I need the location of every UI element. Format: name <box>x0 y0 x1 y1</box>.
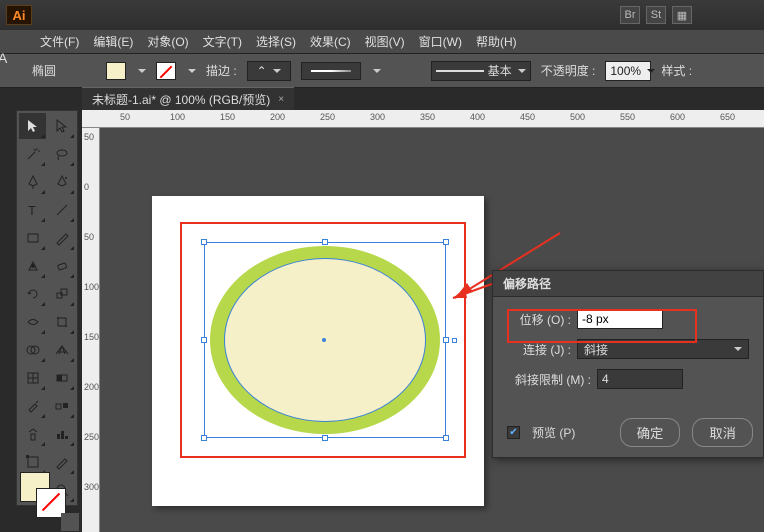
opacity-label: 不透明度 : <box>541 62 596 79</box>
tab-title: 未标题-1.ai* @ 100% (RGB/预览) <box>92 91 270 108</box>
menu-object[interactable]: 对象(O) <box>147 33 188 50</box>
lasso-tool[interactable] <box>48 141 75 167</box>
eyedropper-tool[interactable] <box>19 393 46 419</box>
join-label: 连接 (J) : <box>507 341 571 358</box>
dialog-title: 偏移路径 <box>493 271 763 297</box>
brush-basic[interactable]: 基本 <box>431 61 531 81</box>
menu-type[interactable]: 文字(T) <box>203 33 242 50</box>
menu-help[interactable]: 帮助(H) <box>476 33 517 50</box>
stock-button[interactable]: St <box>646 6 666 24</box>
document-tabbar: 未标题-1.ai* @ 100% (RGB/预览) × <box>82 88 294 110</box>
ok-button[interactable]: 确定 <box>620 418 681 447</box>
cancel-button[interactable]: 取消 <box>692 418 753 447</box>
stroke-label: 描边 : <box>206 62 237 79</box>
horizontal-ruler: 50 100 150 200 250 300 350 400 450 500 5… <box>82 110 764 128</box>
selection-tool[interactable] <box>19 113 46 139</box>
perspective-grid-tool[interactable] <box>48 337 75 363</box>
mesh-tool[interactable] <box>19 365 46 391</box>
vertical-ruler: 50 0 50 100 150 200 250 300 <box>82 128 100 532</box>
annotation-field-rect <box>507 309 697 343</box>
document-tab[interactable]: 未标题-1.ai* @ 100% (RGB/预览) × <box>82 87 294 111</box>
shaper-tool[interactable] <box>19 253 46 279</box>
direct-selection-tool[interactable] <box>48 113 75 139</box>
pen-tool[interactable] <box>19 169 46 195</box>
paintbrush-tool[interactable] <box>48 225 75 251</box>
scale-tool[interactable] <box>48 281 75 307</box>
style-label: 样式 : <box>661 62 692 79</box>
stroke-weight[interactable]: ⌃ <box>247 61 291 81</box>
menu-select[interactable]: 选择(S) <box>256 33 296 50</box>
gradient-tool[interactable] <box>48 365 75 391</box>
tab-close-icon[interactable]: × <box>278 94 284 105</box>
rectangle-tool[interactable] <box>19 225 46 251</box>
join-value: 斜接 <box>584 341 608 358</box>
rotate-tool[interactable] <box>19 281 46 307</box>
fill-swatch[interactable] <box>106 62 126 80</box>
stroke-profile[interactable] <box>301 62 361 80</box>
shape-label: 椭圆 <box>32 62 56 79</box>
offset-path-dialog: 偏移路径 位移 (O) : 连接 (J) : 斜接 斜接限制 (M) : 4 ✔… <box>492 270 764 458</box>
curvature-tool[interactable] <box>48 169 75 195</box>
shape-builder-tool[interactable] <box>19 337 46 363</box>
annotation-rect <box>180 222 466 458</box>
free-transform-tool[interactable] <box>48 309 75 335</box>
arrange-docs-button[interactable]: ▦ <box>672 6 692 24</box>
menu-effect[interactable]: 效果(C) <box>310 33 351 50</box>
basic-label: 基本 <box>488 62 512 79</box>
stroke-swatch[interactable] <box>156 62 176 80</box>
column-graph-tool[interactable] <box>48 421 75 447</box>
menu-view[interactable]: 视图(V) <box>365 33 405 50</box>
bridge-button[interactable]: Br <box>620 6 640 24</box>
eraser-tool[interactable] <box>48 253 75 279</box>
svg-text:T: T <box>28 203 36 218</box>
menu-window[interactable]: 窗口(W) <box>419 33 462 50</box>
side-letter: A <box>0 50 7 66</box>
opacity-value[interactable]: 100% <box>605 61 651 81</box>
menu-file[interactable]: 文件(F) <box>40 33 79 50</box>
stroke-box[interactable] <box>36 488 66 518</box>
line-tool[interactable] <box>48 197 75 223</box>
symbol-sprayer-tool[interactable] <box>19 421 46 447</box>
width-tool[interactable] <box>19 309 46 335</box>
preview-label: 预览 (P) <box>532 424 575 441</box>
chevron-down-icon <box>734 347 742 351</box>
menu-edit[interactable]: 编辑(E) <box>93 33 133 50</box>
menu-bar: 文件(F) 编辑(E) 对象(O) 文字(T) 选择(S) 效果(C) 视图(V… <box>0 30 764 54</box>
options-bar: 椭圆 描边 : ⌃ 基本 不透明度 : 100% 样式 : <box>0 54 764 88</box>
miter-label: 斜接限制 (M) : <box>507 371 591 388</box>
toolbox: T <box>16 110 78 506</box>
window-titlebar: Ai Br St ▦ <box>0 0 764 30</box>
type-tool[interactable]: T <box>19 197 46 223</box>
magic-wand-tool[interactable] <box>19 141 46 167</box>
blend-tool[interactable] <box>48 393 75 419</box>
app-logo: Ai <box>6 5 32 25</box>
preview-checkbox[interactable]: ✔ <box>507 426 520 439</box>
fill-stroke-indicator[interactable] <box>18 470 68 520</box>
miter-input[interactable]: 4 <box>597 369 683 389</box>
